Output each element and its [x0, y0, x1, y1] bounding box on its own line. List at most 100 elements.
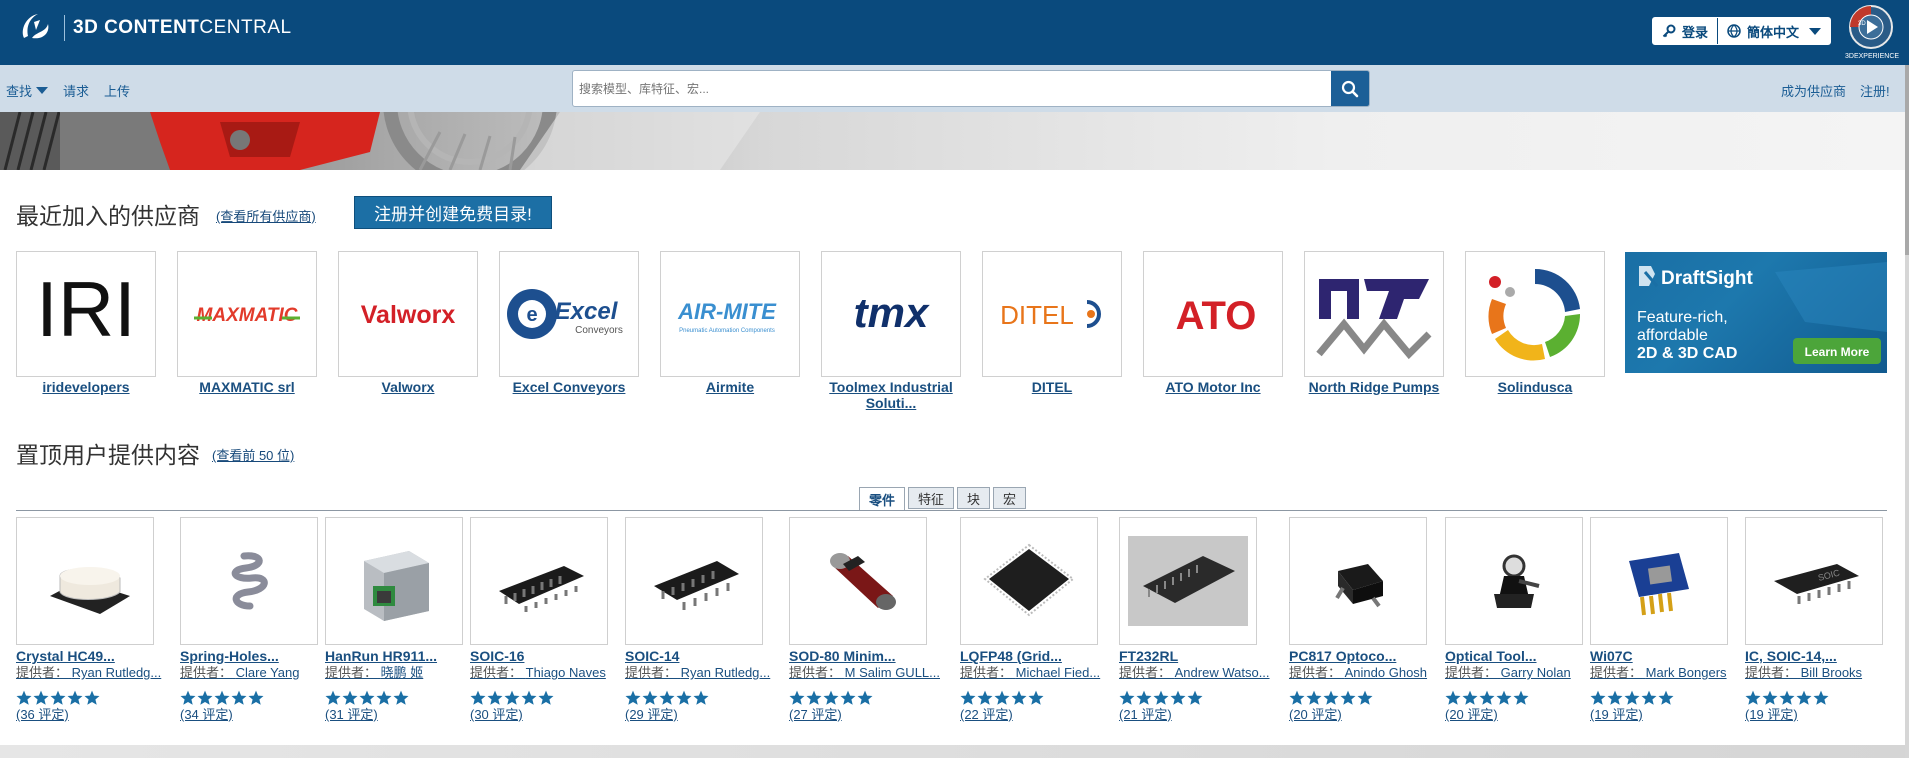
tab-features[interactable]: 特征	[908, 487, 955, 509]
login-button[interactable]: 登录	[1653, 18, 1718, 44]
model-card[interactable]: PC817 Optoco... 提供者： Anindo Ghosh (20 评定…	[1289, 517, 1459, 724]
supplier-name[interactable]: DITEL	[982, 379, 1122, 395]
model-provider[interactable]: 提供者： Anindo Ghosh	[1289, 664, 1459, 682]
svg-text:ATO: ATO	[1176, 294, 1257, 338]
rating-count[interactable]: (21 评定)	[1119, 706, 1289, 724]
supplier-card[interactable]: Valworx Valworx	[338, 251, 478, 395]
supplier-card[interactable]: IRI iridevelopers	[16, 251, 156, 395]
model-provider[interactable]: 提供者： Ryan Rutledg...	[16, 664, 186, 682]
supplier-logo[interactable]: e Excel Conveyors	[499, 251, 639, 377]
supplier-card[interactable]: AIR-MITE Pneumatic Automation Components…	[660, 251, 800, 395]
model-provider[interactable]: 提供者： Bill Brooks	[1745, 664, 1909, 682]
supplier-name[interactable]: Solindusca	[1465, 379, 1605, 395]
find-menu[interactable]: 查找	[6, 81, 49, 100]
tab-macros[interactable]: 宏	[993, 487, 1027, 509]
supplier-card[interactable]: e Excel Conveyors Excel Conveyors	[499, 251, 639, 395]
star-icon	[1513, 690, 1529, 705]
model-card[interactable]: SOIC-16 提供者： Thiago Naves (30 评定)	[470, 517, 640, 724]
rating-count[interactable]: (22 评定)	[960, 706, 1130, 724]
supplier-card[interactable]: North Ridge Pumps	[1304, 251, 1444, 395]
tab-blocks[interactable]: 块	[957, 487, 991, 509]
model-name[interactable]: FT232RL	[1119, 648, 1289, 664]
tab-parts[interactable]: 零件	[859, 487, 906, 511]
model-thumbnail[interactable]	[960, 517, 1098, 645]
model-card[interactable]: Crystal HC49... 提供者： Ryan Rutledg... (36…	[16, 517, 186, 724]
rating-count[interactable]: (19 评定)	[1590, 706, 1760, 724]
search-button[interactable]	[1331, 71, 1369, 106]
supplier-name[interactable]: Airmite	[660, 379, 800, 395]
model-name[interactable]: SOIC-16	[470, 648, 640, 664]
supplier-logo[interactable]: IRI	[16, 251, 156, 377]
model-name[interactable]: IC, SOIC-14,...	[1745, 648, 1909, 664]
language-selector[interactable]: 簡体中文	[1717, 18, 1831, 44]
model-provider[interactable]: 提供者： Mark Bongers	[1590, 664, 1760, 682]
model-card[interactable]: Wi07C 提供者： Mark Bongers (19 评定)	[1590, 517, 1760, 724]
request-link[interactable]: 请求	[63, 81, 89, 100]
rating-count[interactable]: (20 评定)	[1289, 706, 1459, 724]
supplier-card[interactable]: Solindusca	[1465, 251, 1605, 395]
model-provider[interactable]: 提供者： Thiago Naves	[470, 664, 640, 682]
model-name[interactable]: Wi07C	[1590, 648, 1760, 664]
supplier-name[interactable]: ATO Motor Inc	[1143, 379, 1283, 395]
site-logo[interactable]: 3D CONTENTCENTRAL	[16, 8, 292, 48]
model-thumbnail[interactable]	[1289, 517, 1427, 645]
draftsight-ad[interactable]: DraftSight Feature-rich, affordable 2D &…	[1625, 252, 1887, 373]
rating-count[interactable]: (27 评定)	[789, 706, 959, 724]
supplier-name[interactable]: Valworx	[338, 379, 478, 395]
supplier-name[interactable]: North Ridge Pumps	[1304, 379, 1444, 395]
model-name[interactable]: LQFP48 (Grid...	[960, 648, 1130, 664]
star-icon	[1624, 690, 1640, 705]
supplier-logo[interactable]: AIR-MITE Pneumatic Automation Components	[660, 251, 800, 377]
model-card[interactable]: SOIC-14 提供者： Ryan Rutledg... (29 评定)	[625, 517, 795, 724]
supplier-logo[interactable]: DITEL	[982, 251, 1122, 377]
compass-button[interactable]: 3D 3DEXPERIENCE	[1845, 3, 1899, 63]
register-link[interactable]: 注册!	[1860, 81, 1890, 100]
model-card[interactable]: LQFP48 (Grid... 提供者： Michael Fied... (22…	[960, 517, 1130, 724]
become-supplier-link[interactable]: 成为供应商	[1781, 81, 1846, 100]
search-input[interactable]	[573, 71, 1337, 106]
supplier-name[interactable]: Excel Conveyors	[499, 379, 639, 395]
model-card[interactable]: SOIC IC, SOIC-14,... 提供者： Bill Brooks (1…	[1745, 517, 1909, 724]
supplier-logo[interactable]	[1304, 251, 1444, 377]
model-provider[interactable]: 提供者： Andrew Watso...	[1119, 664, 1289, 682]
model-thumbnail[interactable]	[1590, 517, 1728, 645]
model-provider[interactable]: 提供者： Michael Fied...	[960, 664, 1130, 682]
model-name[interactable]: SOIC-14	[625, 648, 795, 664]
model-card[interactable]: FT232RL 提供者： Andrew Watso... (21 评定)	[1119, 517, 1289, 724]
model-name[interactable]: PC817 Optoco...	[1289, 648, 1459, 664]
model-provider[interactable]: 提供者： Ryan Rutledg...	[625, 664, 795, 682]
model-thumbnail[interactable]: SOIC	[1745, 517, 1883, 645]
supplier-logo[interactable]: tmx	[821, 251, 961, 377]
upload-link[interactable]: 上传	[104, 81, 130, 100]
supplier-name[interactable]: Toolmex Industrial Soluti...	[821, 379, 961, 411]
supplier-card[interactable]: ATO ATO Motor Inc	[1143, 251, 1283, 395]
supplier-logo[interactable]: ATO	[1143, 251, 1283, 377]
supplier-logo[interactable]: Valworx	[338, 251, 478, 377]
model-thumbnail[interactable]	[789, 517, 927, 645]
supplier-card[interactable]: MAXMATIC MAXMATIC srl	[177, 251, 317, 395]
supplier-name[interactable]: MAXMATIC srl	[177, 379, 317, 395]
view-all-suppliers-link[interactable]: (查看所有供应商)	[216, 206, 316, 225]
model-thumbnail[interactable]	[470, 517, 608, 645]
supplier-logo[interactable]	[1465, 251, 1605, 377]
rating-count[interactable]: (19 评定)	[1745, 706, 1909, 724]
register-catalog-button[interactable]: 注册并创建免费目录!	[354, 196, 552, 229]
supplier-name[interactable]: iridevelopers	[16, 379, 156, 395]
view-top-50-link[interactable]: (查看前 50 位)	[212, 445, 294, 464]
rating-count[interactable]: (29 评定)	[625, 706, 795, 724]
supplier-card[interactable]: tmx Toolmex Industrial Soluti...	[821, 251, 961, 411]
supplier-logo[interactable]: MAXMATIC	[177, 251, 317, 377]
supplier-card[interactable]: DITEL DITEL	[982, 251, 1122, 395]
model-provider[interactable]: 提供者： M Salim GULL...	[789, 664, 959, 682]
model-name[interactable]: SOD-80 Minim...	[789, 648, 959, 664]
model-thumbnail[interactable]	[625, 517, 763, 645]
rating-count[interactable]: (30 评定)	[470, 706, 640, 724]
rating-count[interactable]: (36 评定)	[16, 706, 186, 724]
model-thumbnail[interactable]	[325, 517, 463, 645]
model-thumbnail[interactable]	[1119, 517, 1257, 645]
model-thumbnail[interactable]	[180, 517, 318, 645]
model-thumbnail[interactable]	[1445, 517, 1583, 645]
model-card[interactable]: SOD-80 Minim... 提供者： M Salim GULL... (27…	[789, 517, 959, 724]
model-name[interactable]: Crystal HC49...	[16, 648, 186, 664]
model-thumbnail[interactable]	[16, 517, 154, 645]
